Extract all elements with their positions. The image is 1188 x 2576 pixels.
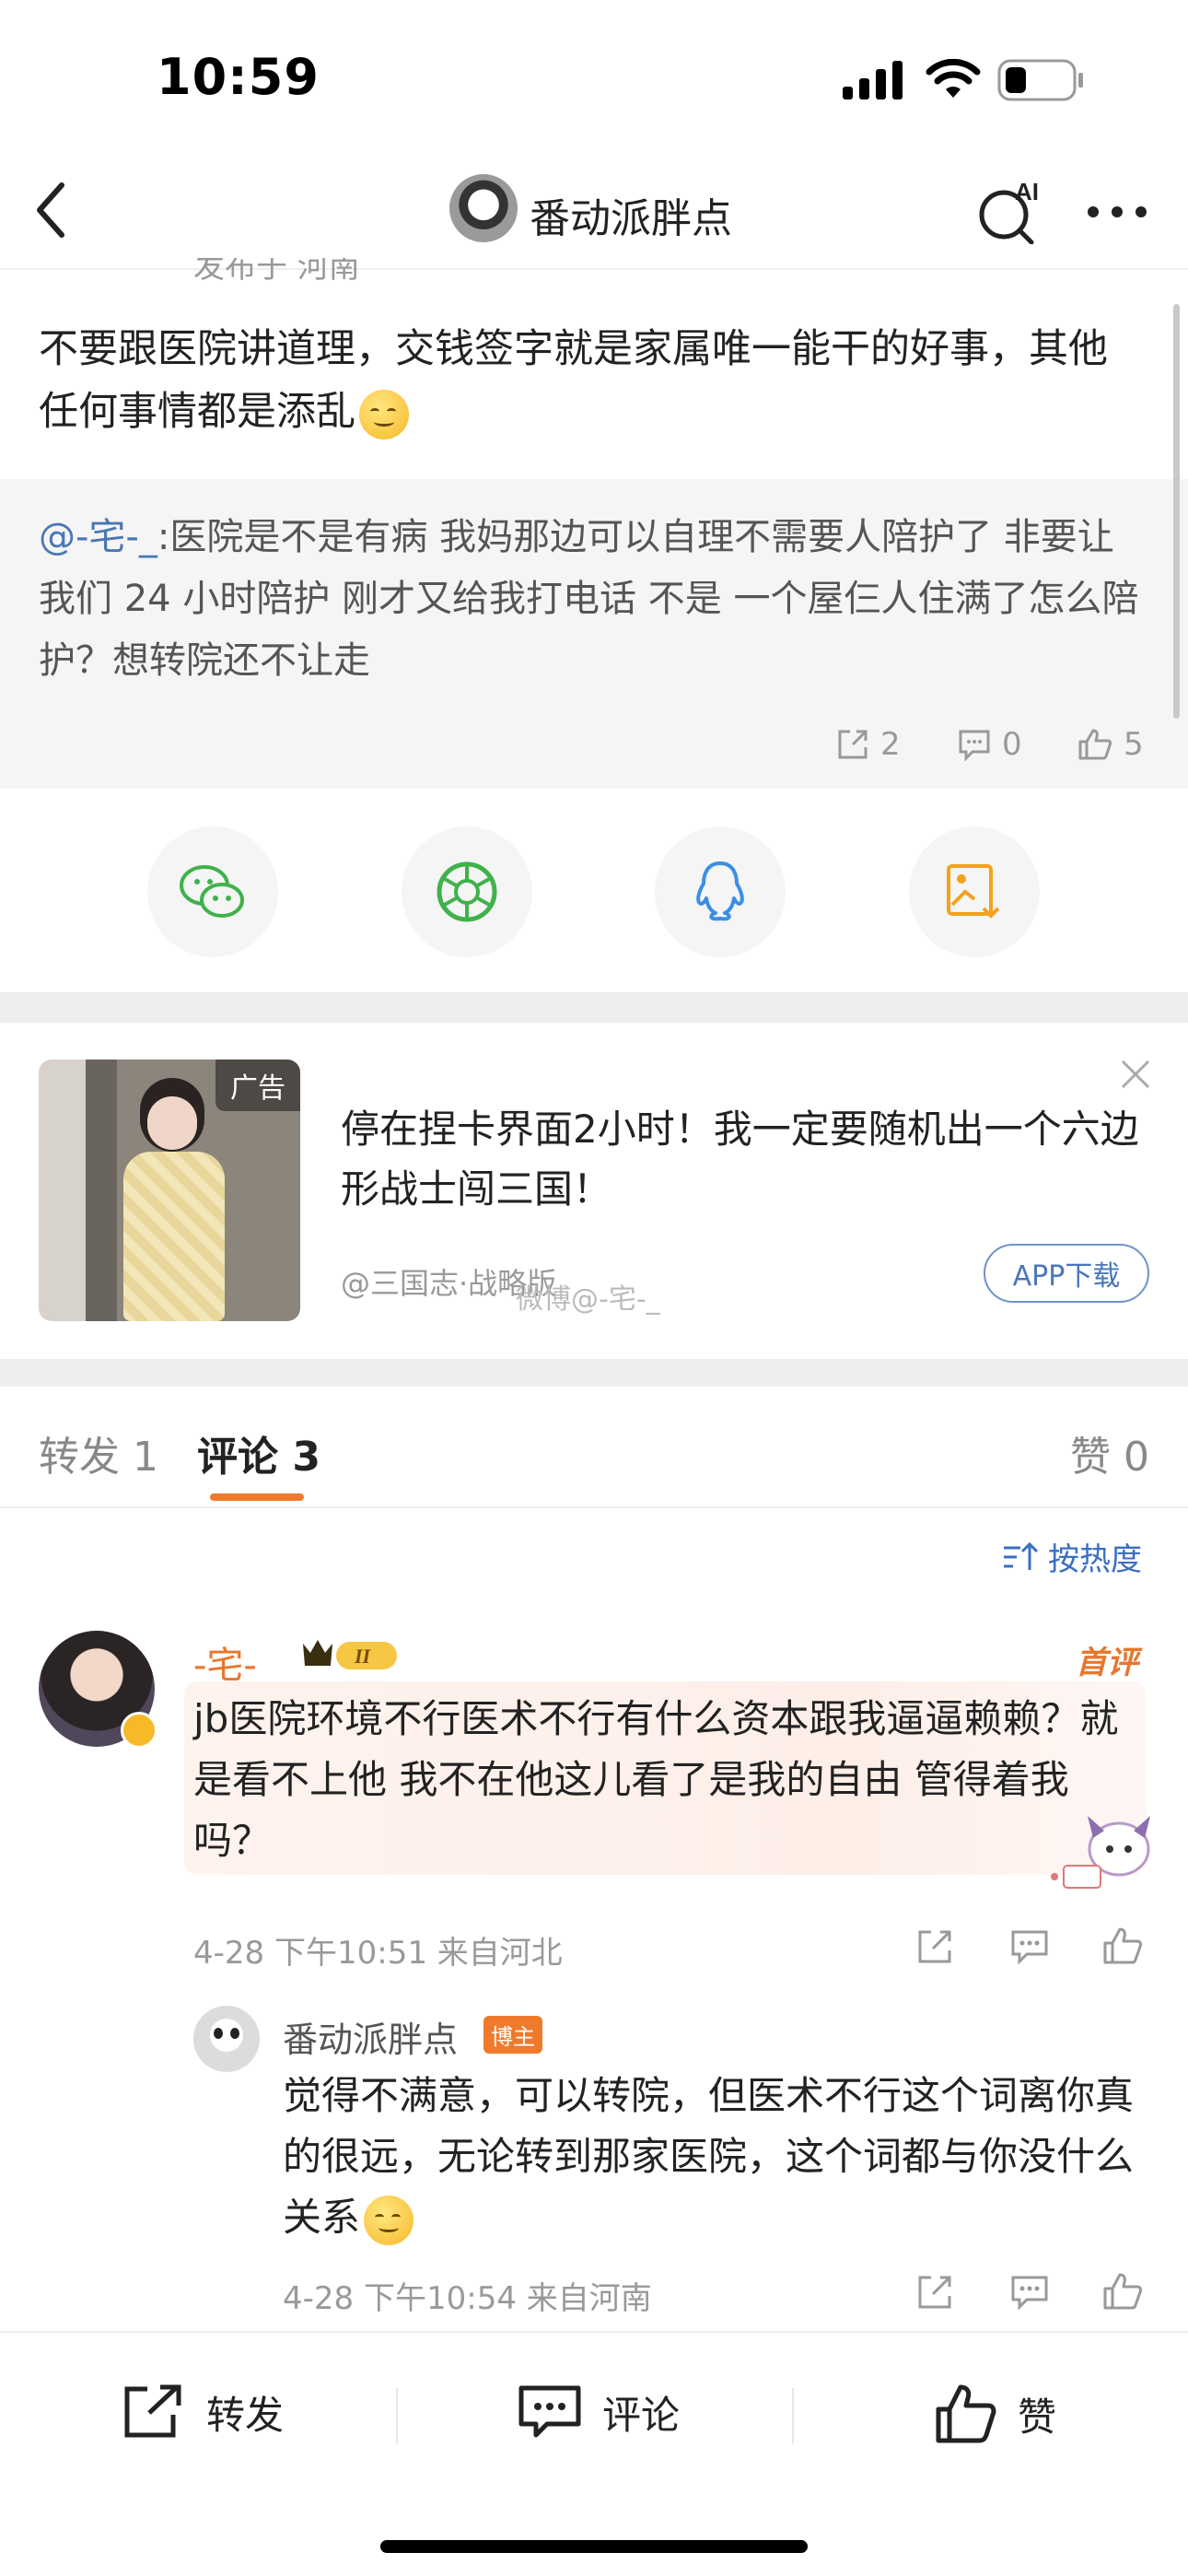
home-indicator[interactable] — [380, 2540, 808, 2553]
author-avatar[interactable] — [449, 174, 518, 242]
reply-repost-icon[interactable] — [916, 2274, 953, 2311]
comment-reply-icon[interactable] — [1010, 1928, 1049, 1965]
reply-author-avatar[interactable] — [193, 2006, 260, 2072]
comment-text: jb医院环境不行医术不行有什么资本跟我逼逼赖赖？就是看不上他 我不在他这儿看了是… — [193, 1696, 1119, 1863]
reply-author-name[interactable]: 番动派胖点 — [283, 2011, 458, 2062]
quoted-post-text: @-宅-_:医院是不是有病 我妈那边可以自理不需要人陪护了 非要让我们 24 小… — [39, 507, 1144, 692]
status-time: 10:59 — [157, 48, 320, 106]
quoted-post[interactable]: @-宅-_:医院是不是有病 我妈那边可以自理不需要人陪护了 非要让我们 24 小… — [0, 479, 1188, 789]
save-image-icon — [947, 864, 1000, 919]
vip-level-badge-icon: II — [303, 1640, 397, 1669]
post-location-meta: 发布于 河南 — [193, 258, 360, 286]
divider — [396, 2388, 398, 2443]
bottom-like-button[interactable]: 赞 — [935, 2383, 1056, 2444]
thumbs-up-icon — [936, 2384, 996, 2443]
qq-icon — [696, 861, 744, 921]
repost-icon — [838, 730, 868, 759]
first-comment-badge: 首评 — [1076, 1645, 1138, 1681]
ai-search-icon[interactable]: AI — [976, 178, 1042, 244]
vip-level: II — [354, 1645, 372, 1668]
section-divider — [0, 1359, 1188, 1387]
back-arrow-icon[interactable] — [32, 180, 69, 240]
quoted-body: :医院是不是有病 我妈那边可以自理不需要人陪护了 非要让我们 24 小时陪护 刚… — [39, 516, 1139, 682]
ad-download-button[interactable]: APP下载 — [984, 1244, 1149, 1303]
quoted-repost-count[interactable]: 2 — [836, 726, 901, 763]
panda-eye — [230, 2028, 239, 2039]
ad-title[interactable]: 停在捏卡界面2小时！我一定要随机出一个六边形战士闯三国！ — [341, 1099, 1151, 1219]
nav-title[interactable]: 番动派胖点 — [530, 185, 732, 244]
reply-reply-icon[interactable] — [1010, 2274, 1049, 2311]
reply-text: 觉得不满意，可以转院，但医术不行这个词离你真的很远，无论转到那家医院，这个词都与… — [283, 2066, 1158, 2248]
reply-meta: 4-28 下午10:54 来自河南 — [283, 2280, 652, 2317]
ad-figure-body — [123, 1152, 225, 1321]
ai-label: AI — [1015, 178, 1039, 205]
bottom-comment-label: 评论 — [602, 2392, 681, 2438]
ad-badge: 广告 — [215, 1060, 300, 1111]
comment-meta: 4-28 下午10:51 来自河北 — [193, 1935, 563, 1972]
divider — [792, 2388, 794, 2443]
scrollbar[interactable] — [1173, 304, 1180, 719]
nav-bar: 番动派胖点 AI — [0, 152, 1188, 270]
bottom-repost-button[interactable]: 转发 — [122, 2383, 284, 2441]
comment-icon — [959, 730, 990, 761]
repost-icon — [124, 2384, 181, 2438]
tab-repost[interactable]: 转发 1 — [39, 1423, 158, 1482]
wechat-icon — [180, 865, 244, 918]
verified-badge-icon — [121, 1712, 157, 1749]
moments-icon — [437, 861, 497, 922]
post-text: 不要跟医院讲道理，交钱签字就是家属唯一能干的好事，其他任何事情都是添乱 — [39, 318, 1144, 443]
comment-tabs: 转发 1 评论 3 赞 0 — [0, 1387, 1188, 1508]
save-image-button[interactable] — [909, 826, 1040, 957]
quoted-comment-count[interactable]: 0 — [958, 726, 1022, 763]
thumbs-up-icon — [1078, 729, 1112, 760]
comment-icon — [518, 2385, 581, 2438]
close-icon[interactable] — [1119, 1058, 1152, 1091]
tab-active-indicator — [210, 1493, 304, 1501]
wifi-icon — [926, 59, 981, 98]
battery-icon — [997, 59, 1083, 101]
share-wechat-button[interactable] — [147, 826, 278, 957]
cellular-signal-icon — [843, 61, 903, 100]
ad-image[interactable]: 广告 — [39, 1060, 300, 1321]
bottom-comment-button[interactable]: 评论 — [518, 2383, 680, 2441]
share-qq-button[interactable] — [655, 826, 786, 957]
sort-label: 按热度 — [1048, 1541, 1142, 1578]
kuromi-sticker-icon — [1051, 1816, 1150, 1889]
watermark: 微博@-宅-_ — [516, 1283, 660, 1316]
bottom-repost-label: 转发 — [206, 2392, 285, 2438]
quoted-like-count[interactable]: 5 — [1077, 726, 1144, 763]
ad-figure-face — [147, 1096, 197, 1150]
smile-emoji-icon — [364, 2195, 414, 2245]
comment-like-icon[interactable] — [1102, 1926, 1143, 1965]
sort-by-heat-button[interactable]: 按热度 — [1002, 1534, 1142, 1579]
sort-icon — [1004, 1541, 1039, 1570]
smile-emoji-icon — [359, 389, 409, 439]
panda-eye — [214, 2028, 223, 2039]
reply-like-icon[interactable] — [1102, 2272, 1143, 2311]
blogger-badge: 博主 — [483, 2016, 542, 2054]
share-moments-button[interactable] — [402, 826, 532, 957]
status-bar: 10:59 — [0, 0, 1188, 152]
bottom-like-label: 赞 — [1018, 2394, 1057, 2440]
section-divider — [0, 992, 1188, 1023]
comment-repost-icon[interactable] — [916, 1928, 953, 1965]
tab-comment[interactable]: 评论 3 — [197, 1423, 320, 1482]
more-icon[interactable] — [1087, 205, 1147, 218]
tab-like[interactable]: 赞 0 — [1070, 1423, 1149, 1482]
quoted-user-link[interactable]: @-宅-_ — [39, 516, 157, 558]
post-body: 不要跟医院讲道理，交钱签字就是家属唯一能干的好事，其他任何事情都是添乱 — [39, 326, 1108, 435]
